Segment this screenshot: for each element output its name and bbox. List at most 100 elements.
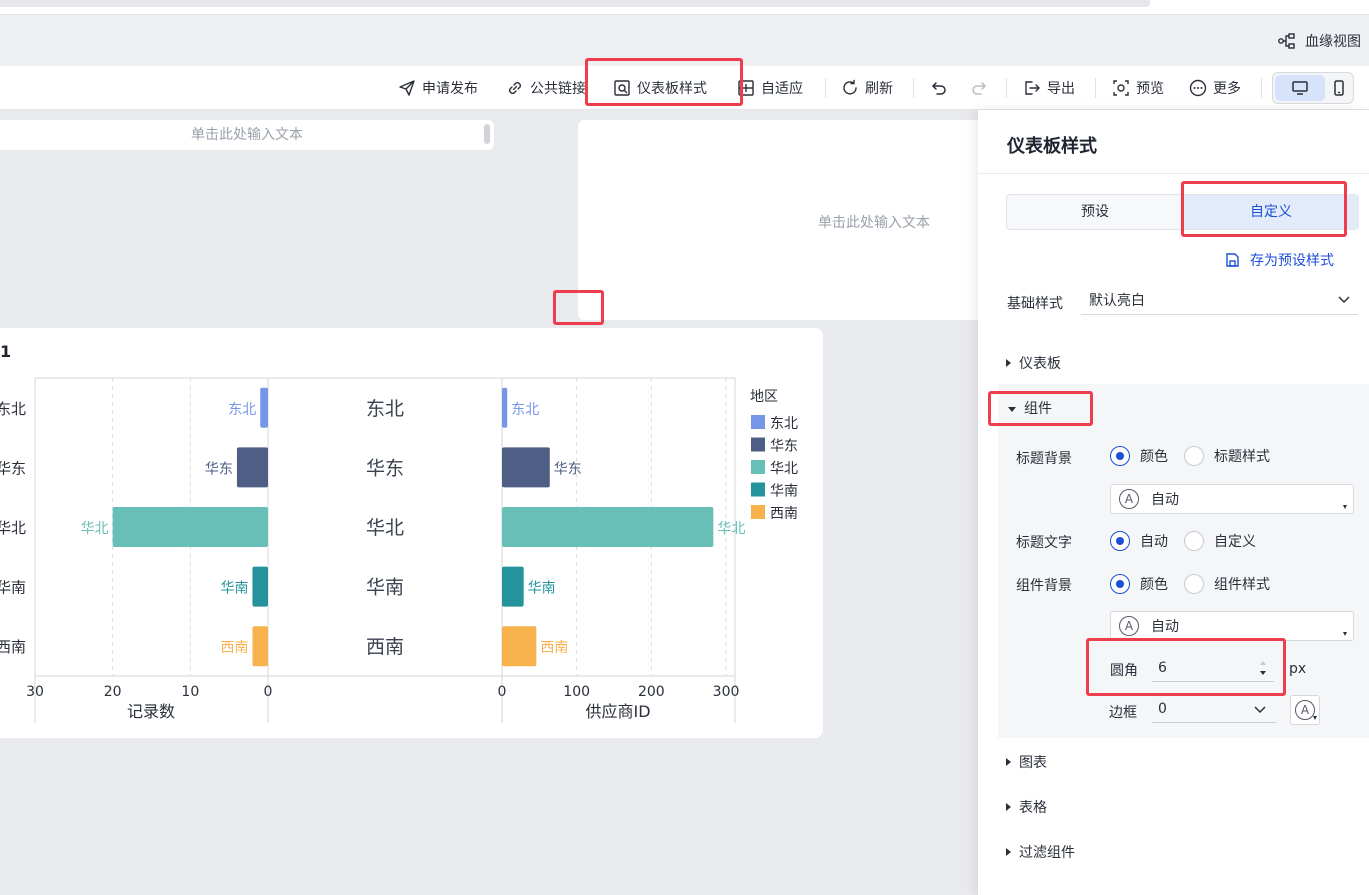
adaptive-button[interactable]: 自适应 bbox=[737, 66, 803, 110]
row-category-label: 东北 bbox=[0, 400, 26, 418]
legend-label: 华北 bbox=[770, 461, 798, 477]
text-widget-1[interactable]: 单击此处输入文本 bbox=[0, 120, 494, 150]
base-style-select[interactable]: 默认亮白 bbox=[1081, 285, 1358, 315]
more-label: 更多 bbox=[1213, 81, 1241, 97]
horizontal-scrollbar[interactable] bbox=[0, 0, 1150, 7]
chart-widget[interactable]: 1 30 20 10 0 0 100 200 300 记录数 供应商ID 东北 东北 东北 东北 华东 华东华… bbox=[0, 328, 823, 738]
caret-right-icon bbox=[1006, 848, 1011, 856]
base-style-value: 默认亮白 bbox=[1089, 292, 1145, 309]
caret-down-small-icon bbox=[1313, 716, 1317, 720]
stepper-arrows-icon[interactable] bbox=[1258, 657, 1268, 679]
export-button[interactable]: 导出 bbox=[1023, 66, 1075, 110]
left-bar-label: 西南 bbox=[220, 640, 248, 656]
title-text-custom-radio[interactable]: 自定义 bbox=[1184, 531, 1256, 551]
preview-icon bbox=[1113, 80, 1129, 96]
text-widget-2[interactable]: 单击此处输入文本 bbox=[578, 120, 978, 320]
tab-custom[interactable]: 自定义 bbox=[1183, 195, 1359, 229]
chevron-down-icon bbox=[1254, 706, 1266, 714]
style-panel: 仪表板样式 预设 自定义 存为预设样式 基础样式 默认亮白 仪表板 组件 标题背… bbox=[978, 110, 1369, 895]
left-bar bbox=[112, 507, 269, 547]
comp-bg-opt2: 组件样式 bbox=[1214, 577, 1270, 593]
text-widget-scrollbar[interactable] bbox=[484, 124, 490, 144]
text-placeholder: 单击此处输入文本 bbox=[191, 127, 303, 143]
legend-label: 华东 bbox=[770, 439, 798, 455]
top-strip bbox=[0, 0, 1369, 14]
legend-swatch bbox=[751, 482, 765, 497]
legend-title: 地区 bbox=[750, 389, 778, 405]
comp-bg-style-radio[interactable]: 组件样式 bbox=[1184, 574, 1270, 594]
title-text-label: 标题文字 bbox=[1016, 535, 1072, 551]
mobile-view-button[interactable] bbox=[1325, 75, 1353, 101]
title-bg-color-select[interactable]: A 自动 bbox=[1110, 484, 1354, 514]
radius-input[interactable]: 6 bbox=[1152, 654, 1274, 682]
comp-bg-opt1: 颜色 bbox=[1140, 577, 1168, 593]
section-filter[interactable]: 过滤组件 bbox=[1006, 842, 1075, 862]
title-bg-color-radio[interactable]: 颜色 bbox=[1110, 446, 1168, 466]
save-preset-label: 存为预设样式 bbox=[1250, 253, 1334, 269]
right-bar-label: 华北 bbox=[717, 521, 745, 537]
left-bar bbox=[260, 387, 268, 428]
section-dashboard[interactable]: 仪表板 bbox=[1006, 353, 1061, 373]
refresh-label: 刷新 bbox=[865, 81, 893, 97]
left-bar bbox=[252, 566, 268, 607]
title-text-auto-radio[interactable]: 自动 bbox=[1110, 531, 1168, 551]
left-bar-label: 华南 bbox=[220, 581, 248, 597]
border-select[interactable]: 0 bbox=[1152, 695, 1276, 723]
section-table[interactable]: 表格 bbox=[1006, 797, 1047, 817]
base-style-label: 基础样式 bbox=[1007, 296, 1063, 312]
public-link-button[interactable]: 公共链接 bbox=[506, 66, 586, 110]
radius-label: 圆角 bbox=[1110, 663, 1138, 679]
right-axis-title: 供应商ID bbox=[585, 702, 650, 721]
middle-category-label: 华北 bbox=[366, 517, 404, 539]
more-button[interactable]: 更多 bbox=[1189, 66, 1241, 110]
send-icon bbox=[399, 80, 415, 96]
desktop-icon bbox=[1292, 81, 1308, 95]
border-label: 边框 bbox=[1109, 705, 1137, 721]
radio-unchecked-icon bbox=[1184, 446, 1204, 466]
toolbar: 申请发布 公共链接 仪表板样式 自适应 刷新 导出 预览 更多 bbox=[0, 66, 1369, 110]
comp-bg-color-radio[interactable]: 颜色 bbox=[1110, 574, 1168, 594]
right-bar bbox=[502, 626, 537, 667]
right-axis-tick-label: 0 bbox=[498, 684, 507, 700]
right-bar bbox=[502, 387, 508, 428]
save-icon bbox=[1226, 253, 1239, 267]
left-axis-tick-label: 0 bbox=[264, 684, 273, 700]
radius-value: 6 bbox=[1158, 659, 1167, 676]
section-chart-label: 图表 bbox=[1019, 755, 1047, 771]
section-filter-label: 过滤组件 bbox=[1019, 845, 1075, 861]
save-preset-button[interactable]: 存为预设样式 bbox=[1224, 250, 1334, 270]
toolbar-divider bbox=[913, 78, 914, 98]
radio-checked-icon bbox=[1110, 574, 1130, 594]
redo-button[interactable] bbox=[970, 66, 988, 110]
adaptive-icon bbox=[738, 80, 754, 96]
section-chart[interactable]: 图表 bbox=[1006, 752, 1047, 772]
refresh-button[interactable]: 刷新 bbox=[841, 66, 893, 110]
section-component-label: 组件 bbox=[1024, 401, 1052, 417]
comp-bg-color-select[interactable]: A 自动 bbox=[1110, 611, 1354, 641]
border-color-select[interactable]: A bbox=[1290, 695, 1320, 725]
middle-category-label: 华东 bbox=[366, 457, 404, 479]
apply-publish-button[interactable]: 申请发布 bbox=[398, 66, 478, 110]
public-link-label: 公共链接 bbox=[530, 81, 586, 97]
left-bar-label: 华东 bbox=[205, 461, 233, 477]
toolbar-divider bbox=[1261, 78, 1262, 98]
right-bar bbox=[502, 447, 550, 488]
middle-category-label: 西南 bbox=[366, 636, 404, 658]
lineage-view-button[interactable]: 血缘视图 bbox=[1277, 31, 1361, 51]
dashboard-style-button[interactable]: 仪表板样式 bbox=[613, 66, 707, 110]
undo-button[interactable] bbox=[930, 66, 948, 110]
title-bg-style-radio[interactable]: 标题样式 bbox=[1184, 446, 1270, 466]
left-axis-title: 记录数 bbox=[127, 702, 175, 721]
chart-svg: 30 20 10 0 0 100 200 300记录数 供应商ID东北 东北 东北 东北华东 华东 华东华… bbox=[0, 377, 798, 723]
preview-button[interactable]: 预览 bbox=[1112, 66, 1164, 110]
radio-unchecked-icon bbox=[1184, 574, 1204, 594]
tab-preset[interactable]: 预设 bbox=[1007, 195, 1183, 229]
lineage-icon bbox=[1278, 33, 1295, 49]
section-component[interactable]: 组件 bbox=[1008, 398, 1052, 418]
caret-right-icon bbox=[1006, 359, 1011, 367]
desktop-view-button[interactable] bbox=[1275, 75, 1325, 101]
row-category-label: 华北 bbox=[0, 519, 26, 537]
right-bar-label: 西南 bbox=[540, 640, 568, 656]
export-label: 导出 bbox=[1047, 81, 1075, 97]
lineage-label: 血缘视图 bbox=[1305, 34, 1361, 50]
